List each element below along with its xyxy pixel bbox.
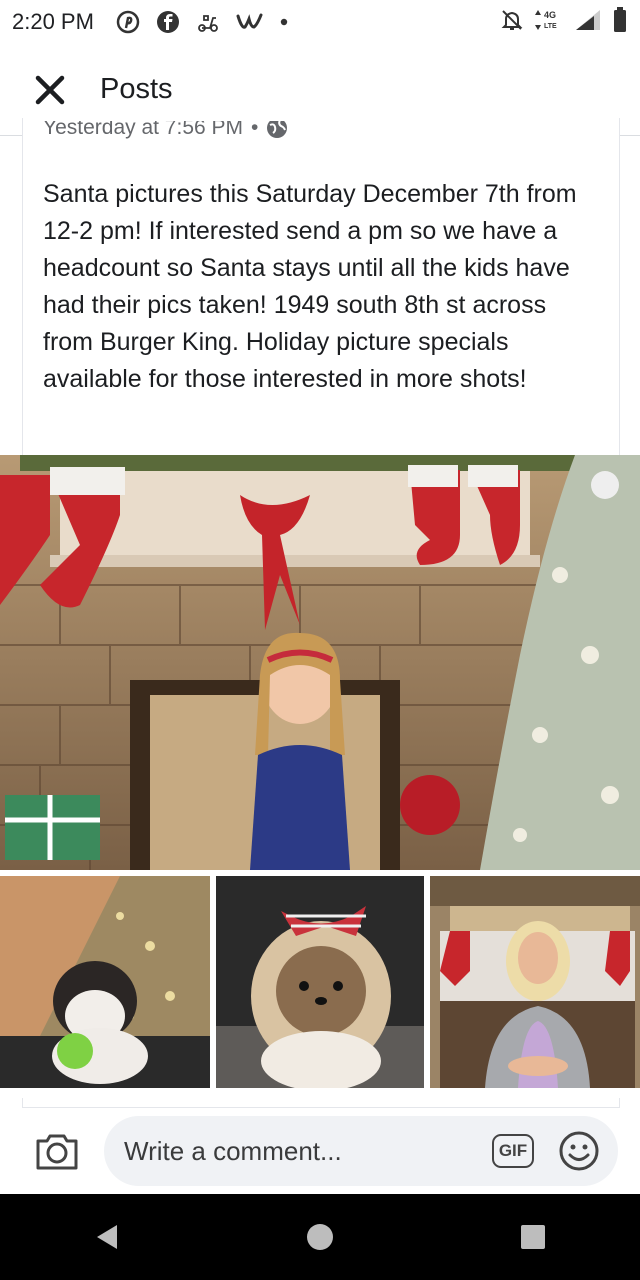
shih-tzu-plaid-bow-photo [216,876,424,1088]
post-text: Santa pictures this Saturday December 7t… [43,180,577,393]
navigation-bar [0,1194,640,1280]
back-icon [96,1225,117,1249]
battery-icon [612,6,628,39]
facebook-icon [156,10,180,34]
status-time: 2:20 PM [12,9,94,34]
shih-tzu-christmas-tree-photo [0,876,210,1088]
emoji-icon[interactable] [558,1130,600,1172]
wish-icon [236,11,264,33]
data-arrows-icon: 4G LTE [534,7,564,38]
svg-text:LTE: LTE [544,23,557,30]
page-title: Posts [100,73,173,105]
home-button[interactable] [290,1207,350,1267]
woman-christmas-fireplace-photo [430,876,640,1088]
mute-icon [500,8,524,37]
post-card: Yesterday at 7:56 PM • Santa pictures th… [22,118,620,456]
meta-separator: • [251,121,259,139]
camera-button[interactable] [32,1126,82,1176]
close-button[interactable] [20,60,80,120]
recents-icon [521,1225,546,1249]
post-photo-thumb-1[interactable] [0,876,210,1088]
scooter-icon [196,10,220,34]
dot-icon [280,18,288,26]
girl-christmas-fireplace-photo [0,455,640,870]
pinterest-icon [116,10,140,34]
status-bar: 2:20 PM 4G LTE [0,0,640,44]
globe-icon [267,121,288,138]
post-photo-thumb-2[interactable] [216,876,424,1088]
camera-icon [36,1134,78,1170]
close-icon [35,75,65,104]
post-photo-main[interactable] [0,455,640,870]
comment-placeholder: Write a comment... [124,1135,342,1166]
svg-text:4G: 4G [544,10,556,20]
grid-divider [22,1098,620,1108]
recents-button[interactable] [503,1207,563,1267]
comment-input[interactable]: Write a comment... GIF [104,1116,618,1186]
post-photo-thumb-3[interactable] [430,876,640,1088]
gif-button[interactable]: GIF [492,1134,534,1168]
signal-icon [574,8,602,37]
post-meta: Yesterday at 7:56 PM • [43,121,288,151]
home-icon [306,1224,333,1250]
back-button[interactable] [77,1207,137,1267]
post-timestamp[interactable]: Yesterday at 7:56 PM [43,121,243,140]
comment-bar: Write a comment... GIF [0,1108,640,1194]
